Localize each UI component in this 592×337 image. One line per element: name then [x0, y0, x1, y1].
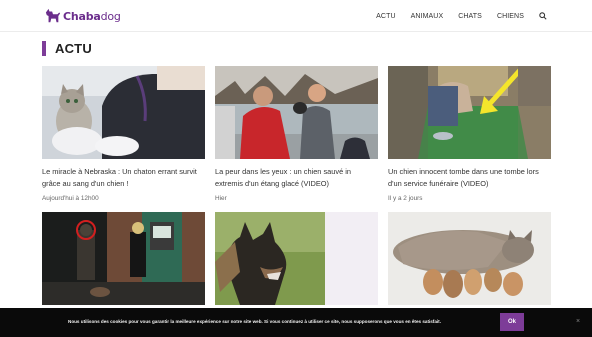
nav-item-actu[interactable]: ACTU	[376, 13, 395, 20]
dog-logo-icon	[45, 8, 61, 23]
article-title[interactable]: La peur dans les yeux : un chien sauvé i…	[215, 166, 378, 190]
article-thumbnail-cat-kittens[interactable]	[388, 212, 551, 305]
cookie-banner: Nous utilisons des cookies pour vous gar…	[0, 308, 592, 337]
article-card	[42, 212, 205, 312]
article-card: Le miracle à Nebraska : Un chaton errant…	[42, 66, 205, 202]
section-accent-bar	[42, 40, 46, 56]
close-icon[interactable]: ×	[576, 318, 580, 325]
site-header: Chabadog ACTU ANIMAUX CHATS CHIENS	[0, 0, 592, 32]
article-card: La peur dans les yeux : un chien sauvé i…	[215, 66, 378, 202]
article-thumbnail-dog-grave[interactable]	[388, 66, 551, 159]
section-title: ACTU	[55, 40, 92, 56]
nav-item-chiens[interactable]: CHIENS	[497, 13, 524, 20]
article-thumbnail-shepherd-dog[interactable]	[215, 212, 378, 305]
article-card	[388, 212, 551, 312]
nav-item-animaux[interactable]: ANIMAUX	[411, 13, 444, 20]
article-date: Aujourd'hui à 12h00	[42, 195, 99, 202]
article-title[interactable]: Le miracle à Nebraska : Un chaton errant…	[42, 166, 205, 190]
search-icon[interactable]	[538, 11, 548, 21]
article-date: Il y a 2 jours	[388, 195, 423, 202]
article-title[interactable]: Un chien innocent tombe dans une tombe l…	[388, 166, 551, 190]
article-card: Un chien innocent tombe dans une tombe l…	[388, 66, 551, 202]
article-thumbnail-atm-night[interactable]	[42, 212, 205, 305]
site-logo[interactable]: Chabadog	[44, 7, 121, 25]
article-thumbnail-dog-rescue[interactable]	[215, 66, 378, 159]
logo-text-part1: Chaba	[63, 9, 101, 23]
article-thumbnail-kitten-vet[interactable]	[42, 66, 205, 159]
section-heading: ACTU	[42, 40, 92, 56]
article-date: Hier	[215, 195, 227, 202]
logo-text-part2: dog	[100, 9, 121, 23]
nav-item-chats[interactable]: CHATS	[458, 13, 482, 20]
cookie-text: Nous utilisons des cookies pour vous gar…	[68, 319, 441, 324]
article-card	[215, 212, 378, 312]
main-nav: ACTU ANIMAUX CHATS CHIENS	[361, 0, 548, 32]
cookie-ok-button[interactable]: Ok	[500, 313, 524, 331]
